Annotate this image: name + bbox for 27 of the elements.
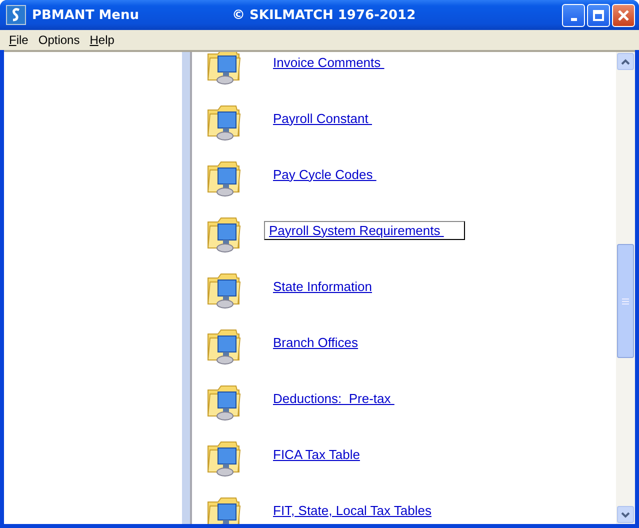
menu-link[interactable]: State Information [268,276,393,296]
caret-down-icon [621,512,630,518]
scrollbar-thumb[interactable] [617,244,634,358]
menu-link[interactable]: Branch Offices [268,332,380,352]
menu-link[interactable]: FIT, State, Local Tax Tables [268,500,452,520]
scroll-up-button[interactable] [617,53,634,70]
window-title: PBMANT Menu [32,8,140,22]
minimize-icon [570,18,576,20]
maximize-icon [593,10,604,20]
caret-up-icon [621,58,630,64]
menu-link[interactable]: Pay Cycle Codes [268,164,398,184]
copyright-text: © SKILMATCH 1976-2012 [232,8,417,22]
folder-computer-icon [206,52,242,86]
menu-item[interactable]: File [4,33,34,47]
minimize-button[interactable] [562,4,585,26]
menu-link[interactable]: Payroll Constant [268,108,393,128]
menu-link[interactable]: FICA Tax Table [268,444,381,464]
menu-link[interactable]: Payroll System Requirements [264,220,465,240]
close-button[interactable] [612,4,635,26]
close-icon [618,10,629,20]
app-icon [6,5,26,25]
scroll-down-button[interactable] [617,506,634,523]
menu-link[interactable]: Deductions: Pre-tax [268,388,416,408]
menu-item[interactable]: Help [84,33,120,47]
menu-item[interactable]: Options [33,33,85,47]
maximize-button[interactable] [587,4,610,26]
menu-link[interactable]: Invoice Comments [268,52,406,72]
